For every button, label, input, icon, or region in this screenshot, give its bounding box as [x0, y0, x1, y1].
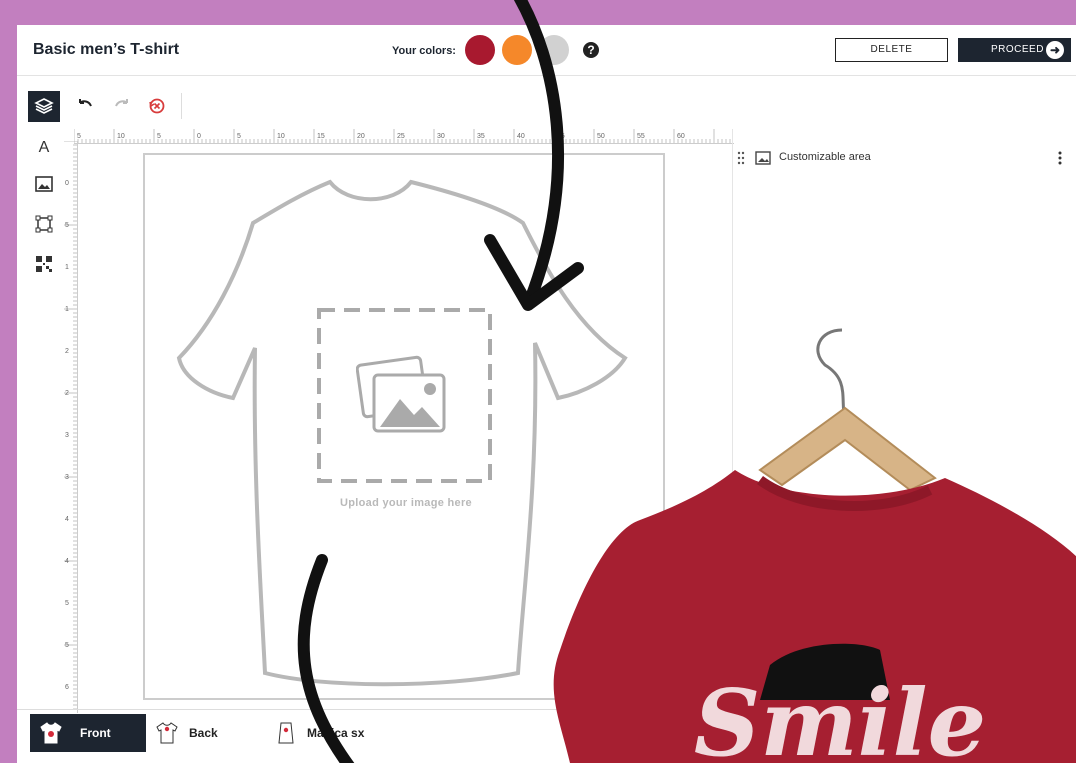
ruler-label: 5 — [77, 133, 81, 140]
top-toolbar — [17, 89, 1076, 125]
redo-icon[interactable] — [112, 96, 132, 116]
svg-text:A: A — [39, 139, 50, 156]
ruler-label: 45 — [557, 133, 565, 140]
upload-hint: Upload your image here — [340, 497, 472, 509]
image-placeholder-icon[interactable] — [356, 355, 450, 437]
qr-code-tool-icon[interactable] — [33, 253, 55, 275]
delete-button[interactable]: DELETE — [835, 38, 948, 62]
ruler-label: 55 — [637, 133, 645, 140]
tab-back-label[interactable]: Back — [189, 726, 218, 740]
ruler-label: 4 — [65, 516, 69, 523]
ruler-label: 10 — [117, 133, 125, 140]
ruler-label: 3 — [65, 432, 69, 439]
image-layer-icon — [755, 151, 771, 165]
ruler-label: 4 — [65, 558, 69, 565]
ruler-label: 2 — [65, 390, 69, 397]
horizontal-ruler: 5 10 5 0 5 10 15 20 25 30 35 40 45 50 55 60 — [73, 129, 734, 144]
layer-label: Customizable area — [779, 151, 871, 163]
ruler-label: 60 — [677, 133, 685, 140]
product-title: Basic men’s T-shirt — [33, 41, 180, 58]
shape-tool-icon[interactable] — [33, 213, 55, 235]
horizontal-ruler-scale: 5 10 5 0 5 10 15 20 25 30 35 40 45 50 55 60 — [73, 129, 731, 143]
layer-item[interactable]: Customizable area — [737, 148, 1067, 168]
ruler-label: 30 — [437, 133, 445, 140]
proceed-label: PROCEED — [991, 44, 1044, 55]
color-swatch-grey[interactable] — [539, 35, 569, 65]
vertical-ruler-scale: 0 5 1 1 2 2 3 3 4 4 5 5 6 — [64, 140, 77, 710]
ruler-label: 10 — [277, 133, 285, 140]
tab-front-label: Front — [80, 726, 111, 740]
more-options-icon[interactable] — [1057, 151, 1063, 165]
ruler-label: 0 — [197, 133, 201, 140]
ruler-label: 40 — [517, 133, 525, 140]
ruler-label: 3 — [65, 474, 69, 481]
ruler-label: 15 — [317, 133, 325, 140]
color-swatch-red[interactable] — [465, 35, 495, 65]
ruler-label: 35 — [477, 133, 485, 140]
vertical-ruler: 0 5 1 1 2 2 3 3 4 4 5 5 6 — [64, 140, 78, 713]
colors-label: Your colors: — [392, 45, 456, 57]
ruler-label: 2 — [65, 348, 69, 355]
help-icon[interactable]: ? — [583, 42, 599, 58]
designer-app: Basic men’s T-shirt Your colors: ? DELET… — [17, 25, 1076, 763]
color-swatch-orange[interactable] — [502, 35, 532, 65]
ruler-label: 5 — [157, 133, 161, 140]
tab-sleeve-label[interactable]: Manica sx — [307, 726, 364, 740]
tab-front[interactable]: Front — [30, 714, 146, 752]
ruler-label: 0 — [65, 180, 69, 187]
ruler-label: 50 — [597, 133, 605, 140]
ruler-label: 25 — [397, 133, 405, 140]
ruler-label: 1 — [65, 264, 69, 271]
panel-divider — [732, 129, 733, 709]
tshirt-front-icon — [40, 722, 62, 744]
proceed-button[interactable]: PROCEED ➜ — [958, 38, 1071, 62]
layers-icon — [34, 98, 54, 114]
ruler-label: 6 — [65, 684, 69, 691]
undo-icon[interactable] — [75, 96, 95, 116]
layers-button[interactable] — [28, 91, 60, 122]
drag-handle-icon[interactable] — [737, 151, 745, 165]
sleeve-icon[interactable] — [274, 720, 298, 746]
ruler-label: 5 — [65, 222, 69, 229]
ruler-label: 20 — [357, 133, 365, 140]
ruler-label: 5 — [65, 642, 69, 649]
reset-icon[interactable] — [147, 96, 167, 116]
ruler-label: 5 — [65, 600, 69, 607]
toolbar-divider — [181, 93, 182, 119]
tshirt-back-icon[interactable] — [155, 720, 179, 746]
arrow-right-icon: ➜ — [1046, 41, 1064, 59]
ruler-label: 5 — [237, 133, 241, 140]
text-tool-icon[interactable]: A — [33, 135, 55, 157]
view-tabs: Front Back Manica sx — [17, 709, 1076, 756]
header-bar: Basic men’s T-shirt Your colors: ? DELET… — [17, 25, 1076, 76]
ruler-label: 1 — [65, 306, 69, 313]
image-tool-icon[interactable] — [33, 173, 55, 195]
